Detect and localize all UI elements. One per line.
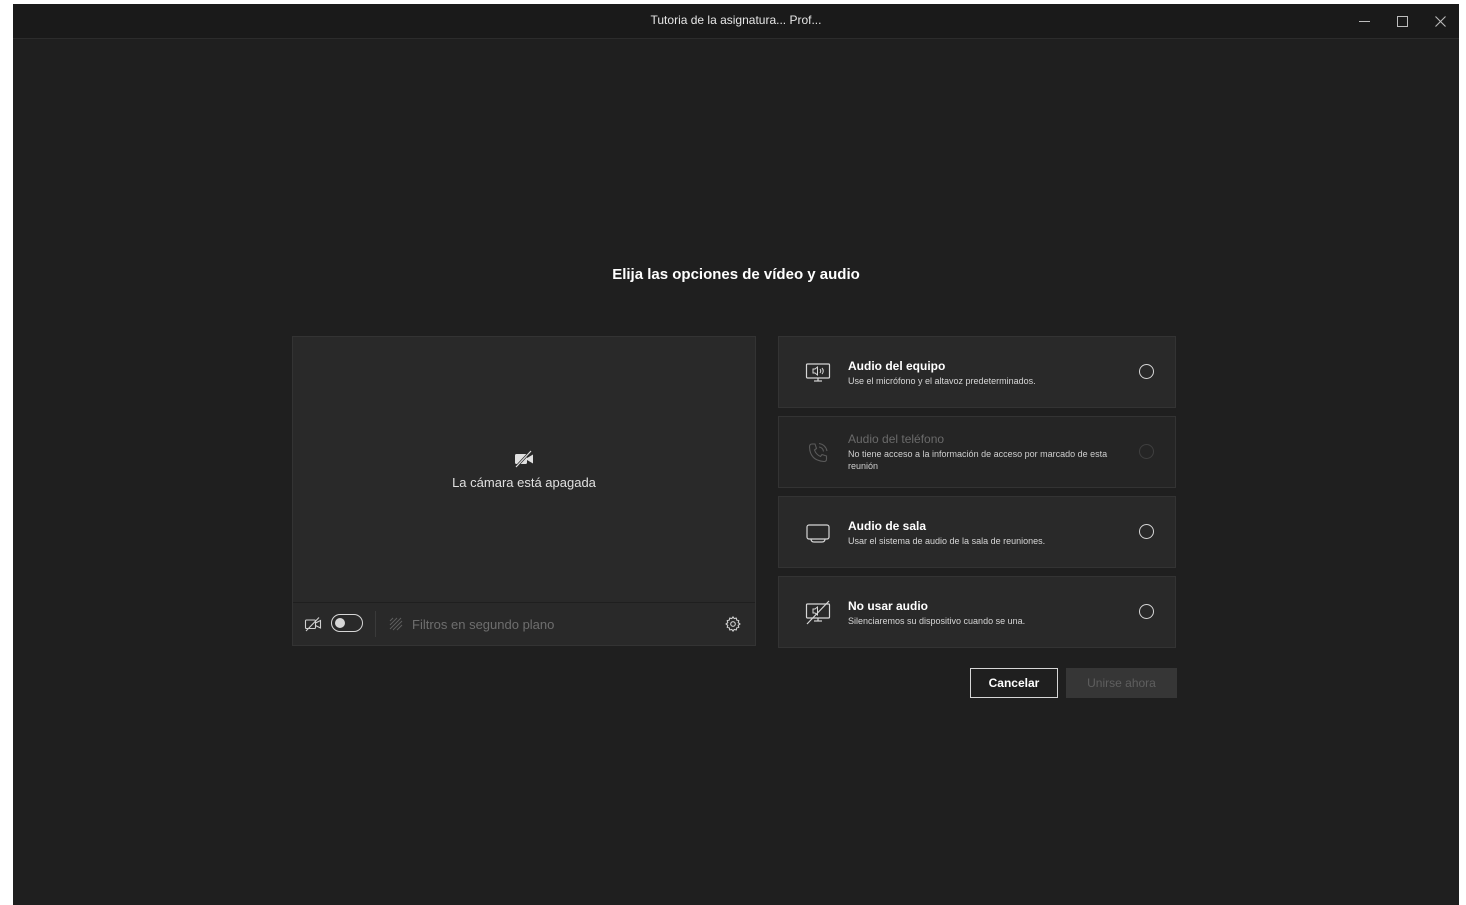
maximize-button[interactable]	[1383, 4, 1421, 38]
camera-off-text: La cámara está apagada	[452, 475, 596, 490]
audio-option-computer[interactable]: Audio del equipo Use el micrófono y el a…	[778, 336, 1176, 408]
teams-window: Tutoria de la asignatura... Prof... Elij…	[13, 4, 1459, 905]
audio-option-room[interactable]: Audio de sala Usar el sistema de audio d…	[778, 496, 1176, 568]
option-title: Audio del teléfono	[848, 432, 945, 446]
background-filters-button[interactable]: Filtros en segundo plano	[412, 617, 554, 632]
audio-options-list: Audio del equipo Use el micrófono y el a…	[778, 336, 1176, 656]
background-filter-icon	[389, 617, 403, 631]
radio-room-audio[interactable]	[1139, 524, 1154, 539]
window-controls	[1345, 4, 1459, 38]
no-audio-icon	[805, 600, 831, 625]
audio-option-phone: Audio del teléfono No tiene acceso a la …	[778, 416, 1176, 488]
join-now-button[interactable]: Unirse ahora	[1066, 668, 1177, 698]
option-title: No usar audio	[848, 599, 929, 613]
camera-off-icon	[515, 450, 533, 468]
option-title: Audio de sala	[848, 519, 927, 533]
cancel-button[interactable]: Cancelar	[970, 668, 1058, 698]
gear-icon[interactable]	[724, 615, 742, 633]
room-audio-icon	[806, 524, 830, 543]
audio-option-none[interactable]: No usar audio Silenciaremos su dispositi…	[778, 576, 1176, 648]
toggle-knob	[335, 617, 345, 628]
close-button[interactable]	[1421, 4, 1459, 38]
radio-phone-audio	[1139, 444, 1154, 459]
camera-toggle[interactable]	[331, 614, 363, 632]
option-description: Use el micrófono y el altavoz predetermi…	[848, 376, 1036, 386]
computer-audio-icon	[805, 363, 831, 382]
video-preview: La cámara está apagada	[293, 337, 755, 603]
camera-off-small-icon	[304, 617, 322, 632]
option-title: Audio del equipo	[848, 359, 946, 373]
radio-no-audio[interactable]	[1139, 604, 1154, 619]
toolbar-divider	[375, 611, 376, 637]
window-title: Tutoria de la asignatura... Prof...	[650, 13, 822, 27]
phone-audio-icon	[808, 442, 828, 463]
maximize-icon	[1396, 15, 1408, 27]
radio-computer-audio[interactable]	[1139, 364, 1154, 379]
close-icon	[1434, 15, 1446, 27]
video-preview-panel: La cámara está apagada Filtros en segund…	[292, 336, 756, 646]
title-bar: Tutoria de la asignatura... Prof...	[13, 4, 1459, 39]
option-description: Silenciaremos su dispositivo cuando se u…	[848, 616, 1026, 626]
minimize-button[interactable]	[1345, 4, 1383, 38]
option-description: No tiene acceso a la información de acce…	[848, 449, 1108, 471]
page-heading: Elija las opciones de vídeo y audio	[612, 266, 860, 283]
preview-toolbar: Filtros en segundo plano	[293, 602, 755, 645]
minimize-icon	[1358, 20, 1370, 22]
option-description: Usar el sistema de audio de la sala de r…	[848, 536, 1046, 546]
